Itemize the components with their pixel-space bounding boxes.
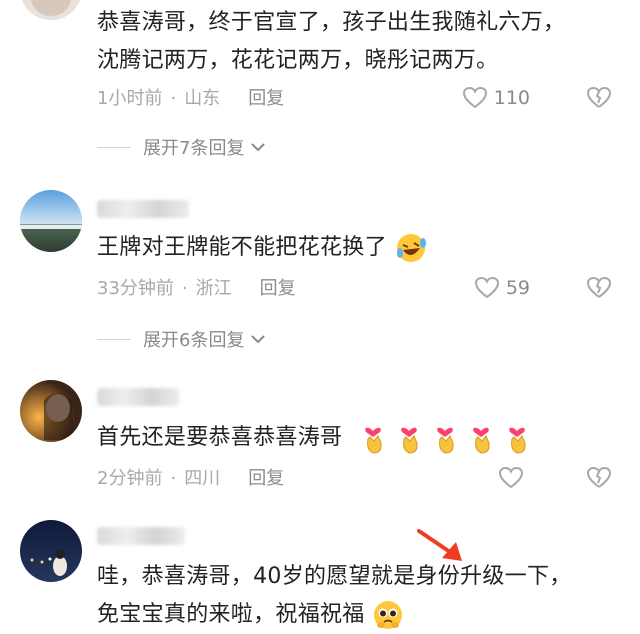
comment-text: 恭喜涛哥，终于官宣了，孩子出生我随礼六万， 沈腾记两万，花花记两万，晓彤记两万。 — [97, 10, 566, 73]
broken-heart-icon — [586, 276, 612, 298]
finger-heart-emoji-icon — [400, 427, 418, 454]
pleading-face-emoji-icon — [373, 601, 402, 629]
comment-location: 浙江 — [195, 278, 232, 299]
avatar[interactable] — [20, 380, 82, 442]
comment-meta: 33分钟前 · 浙江 回复 — [97, 274, 296, 304]
comment-meta: 1小时前 · 山东 回复 — [97, 84, 284, 114]
laughing-crying-emoji-icon — [397, 234, 427, 262]
avatar[interactable] — [20, 0, 82, 20]
comment-time: 2分钟前 — [97, 468, 163, 489]
like-button[interactable] — [498, 466, 530, 490]
expand-label: 展开6条回复 — [143, 330, 245, 351]
reply-button[interactable]: 回复 — [248, 464, 284, 494]
reply-button[interactable]: 回复 — [260, 274, 296, 304]
divider — [97, 338, 131, 340]
reply-button[interactable]: 回复 — [248, 84, 284, 114]
like-button[interactable]: 59 — [474, 276, 530, 300]
chevron-down-icon — [251, 143, 266, 152]
like-count: 110 — [493, 87, 530, 109]
expand-replies-button[interactable]: 展开7条回复 — [97, 134, 266, 160]
comment-meta: 2分钟前 · 四川 回复 — [97, 464, 284, 494]
like-button[interactable]: 110 — [462, 86, 530, 110]
finger-heart-emoji-icon — [436, 427, 454, 454]
chevron-down-icon — [251, 335, 266, 344]
expand-label: 展开7条回复 — [143, 138, 245, 159]
finger-heart-emoji-icon — [508, 427, 526, 454]
dislike-button[interactable] — [586, 466, 612, 494]
comment-text: 哇，恭喜涛哥，40岁的愿望就是身份升级一下， 免宝宝真的来啦，祝福祝福 — [97, 558, 617, 634]
dislike-button[interactable] — [586, 86, 612, 114]
heart-outline-icon — [462, 86, 487, 109]
comment-location: 四川 — [184, 468, 221, 489]
like-count: 59 — [505, 277, 530, 299]
avatar[interactable] — [20, 520, 82, 582]
heart-outline-icon — [474, 276, 499, 299]
finger-heart-emoji-row — [350, 425, 532, 454]
comment-time: 1小时前 — [97, 88, 163, 109]
heart-outline-icon — [498, 466, 524, 489]
expand-replies-button[interactable]: 展开6条回复 — [97, 326, 266, 352]
divider — [97, 146, 131, 148]
comment-time: 33分钟前 — [97, 278, 174, 299]
red-arrow-annotation — [417, 529, 462, 561]
broken-heart-icon — [586, 86, 612, 108]
comment-text: 首先还是要恭喜恭喜涛哥 — [97, 419, 617, 457]
finger-heart-emoji-icon — [364, 427, 382, 454]
avatar[interactable] — [20, 190, 82, 252]
comment-text: 王牌对王牌能不能把花花换了 — [97, 229, 617, 267]
username-blurred[interactable] — [97, 200, 189, 218]
comment-location: 山东 — [184, 88, 221, 109]
finger-heart-emoji-icon — [472, 427, 490, 454]
username-blurred[interactable] — [97, 527, 185, 545]
username-blurred[interactable] — [97, 388, 179, 406]
dislike-button[interactable] — [586, 276, 612, 304]
broken-heart-icon — [586, 466, 612, 488]
